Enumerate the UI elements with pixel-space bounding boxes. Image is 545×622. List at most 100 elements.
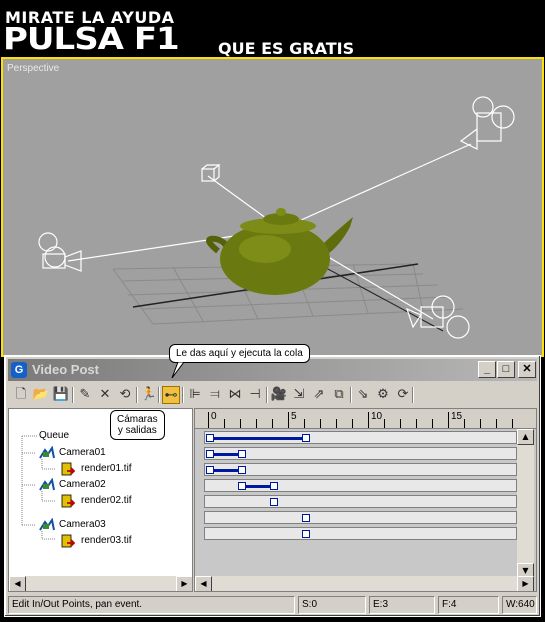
perspective-viewport[interactable]: Perspective [1, 57, 544, 357]
timeline-row[interactable] [204, 447, 517, 460]
timeline-scroll-right-button[interactable]: ▶ [517, 576, 534, 591]
timeline-row[interactable] [204, 463, 517, 476]
status-frame-count: F:4 [438, 596, 499, 614]
timeline-row[interactable] [204, 431, 517, 444]
range-end-handle[interactable] [270, 482, 278, 490]
range-bar[interactable] [206, 434, 310, 442]
add-loop-event-icon[interactable]: ⟳ [394, 386, 412, 404]
ruler-tick [320, 419, 321, 428]
cameras-callout-line1: Cámaras [117, 414, 158, 425]
timeline-row[interactable] [204, 511, 517, 524]
toolbar: 🗋 📂 💾 ✎ ✕ ⟲ 🏃 ⊷ ⊫ ⫤ ⋈ ⊣ 🎥 ⇲ ⇗ ⧉ ⇘ ⚙ ⟳ [8, 384, 537, 408]
add-image-layer-icon[interactable]: ⧉ [330, 386, 348, 404]
add-image-filter-icon[interactable]: ⇗ [310, 386, 328, 404]
range-end-handle[interactable] [238, 466, 246, 474]
swap-icon[interactable]: ⟲ [116, 386, 134, 404]
toolbar-separator [182, 387, 184, 403]
tree-item-camera[interactable]: Camera03 [59, 519, 106, 530]
window-title: Video Post [32, 362, 99, 377]
ruler-tick [208, 412, 209, 428]
add-image-output-icon[interactable]: ⇘ [354, 386, 372, 404]
range-bar[interactable] [302, 514, 310, 522]
toolbar-separator [158, 387, 160, 403]
ruler-tick [304, 419, 305, 428]
banner-line-2: PULSA F1 [3, 21, 180, 58]
timeline-hscroll-track[interactable] [212, 576, 517, 591]
scene-event-icon [39, 445, 55, 460]
range-bar[interactable] [238, 482, 278, 490]
video-post-window[interactable]: G Video Post _ □ ✕ 🗋 📂 💾 ✎ ✕ ⟲ 🏃 ⊷ ⊫ ⫤ ⋈ ⊣ 🎥 ⇲ ⇗ ⧉ ⇘ ⚙ ⟳ ◀… [4, 355, 541, 617]
timeline-row[interactable] [204, 479, 517, 492]
edit-event-icon[interactable]: ✎ [76, 386, 94, 404]
align-right-icon[interactable]: ⫤ [206, 386, 224, 404]
camera-target-icon[interactable] [201, 164, 221, 182]
tree-item-camera[interactable]: Camera01 [59, 447, 106, 458]
cameras-callout: Cámaras y salidas [110, 410, 165, 440]
ruler-tick [224, 419, 225, 428]
header-banner: MIRATE LA AYUDA PULSA F1 QUE ES GRATIS [0, 0, 545, 58]
tree-item-camera[interactable]: Camera02 [59, 479, 106, 490]
new-icon[interactable]: 🗋 [12, 386, 30, 404]
range-start-handle[interactable] [206, 466, 214, 474]
timeline-row[interactable] [204, 527, 517, 540]
range-bar[interactable] [206, 466, 246, 474]
align-left-icon[interactable]: ⊫ [186, 386, 204, 404]
range-start-handle[interactable] [302, 514, 310, 522]
timeline-vscroll[interactable]: ▲ ▼ [517, 429, 534, 579]
queue-tree[interactable]: ◀ ▶ Queue Camera01 render01.tif Camera02 ren… [8, 408, 193, 592]
camera-icon[interactable] [38, 232, 82, 272]
tree-hscroll-track[interactable] [26, 576, 176, 591]
range-end-handle[interactable] [238, 450, 246, 458]
range-bar[interactable] [206, 450, 246, 458]
tree-item-output[interactable]: render03.tif [81, 535, 132, 546]
add-external-event-icon[interactable]: ⚙ [374, 386, 392, 404]
scroll-up-button[interactable]: ▲ [517, 429, 534, 445]
camera-icon[interactable] [459, 96, 515, 150]
viewport-scene [38, 96, 515, 339]
edit-range-bar-icon[interactable]: ⊷ [162, 386, 180, 404]
ruler-label: 5 [291, 411, 297, 422]
scene-event-icon [39, 477, 55, 492]
ruler-tick [368, 412, 369, 428]
timeline-row[interactable] [204, 495, 517, 508]
teapot[interactable] [206, 208, 353, 295]
range-start-handle[interactable] [270, 498, 278, 506]
range-start-handle[interactable] [238, 482, 246, 490]
tree-scroll-right-button[interactable]: ▶ [176, 576, 192, 591]
toolbar-separator [266, 387, 268, 403]
execute-callout: Le das aquí y ejecuta la cola [169, 344, 310, 363]
frame-ruler[interactable]: 0 5 10 15 [195, 409, 536, 429]
tree-item-queue[interactable]: Queue [39, 430, 69, 441]
make-same-size-icon[interactable]: ⋈ [226, 386, 244, 404]
range-start-handle[interactable] [206, 450, 214, 458]
minimize-button[interactable]: _ [478, 361, 496, 378]
execute-sequence-icon[interactable]: 🏃 [140, 386, 158, 404]
add-scene-event-icon[interactable]: 🎥 [270, 386, 288, 404]
range-bar[interactable] [270, 498, 278, 506]
timeline-panel[interactable]: 0 5 10 15 ▲ ▼ ◀ ▶ [194, 408, 537, 592]
maximize-button[interactable]: □ [497, 361, 515, 378]
close-button[interactable]: ✕ [518, 361, 536, 378]
range-start-handle[interactable] [302, 530, 310, 538]
open-icon[interactable]: 📂 [32, 386, 50, 404]
range-start-handle[interactable] [206, 434, 214, 442]
tree-item-output[interactable]: render01.tif [81, 463, 132, 474]
abut-icon[interactable]: ⊣ [246, 386, 264, 404]
tree-scroll-left-button[interactable]: ◀ [9, 576, 26, 591]
range-end-handle[interactable] [302, 434, 310, 442]
timeline-scroll-left-button[interactable]: ◀ [195, 576, 212, 591]
save-icon[interactable]: 💾 [52, 386, 70, 404]
scene-event-icon [39, 517, 55, 532]
status-start-frame: S:0 [298, 596, 366, 614]
tree-item-output[interactable]: render02.tif [81, 495, 132, 506]
add-image-input-icon[interactable]: ⇲ [290, 386, 308, 404]
toolbar-separator [136, 387, 138, 403]
ruler-tick [464, 419, 465, 428]
cameras-callout-line2: y salidas [117, 425, 157, 436]
ruler-tick [352, 419, 353, 428]
range-bar[interactable] [302, 530, 310, 538]
ruler-tick [480, 419, 481, 428]
banner-line-3: QUE ES GRATIS [218, 39, 355, 58]
delete-icon[interactable]: ✕ [96, 386, 114, 404]
execute-callout-pointer [171, 362, 185, 379]
